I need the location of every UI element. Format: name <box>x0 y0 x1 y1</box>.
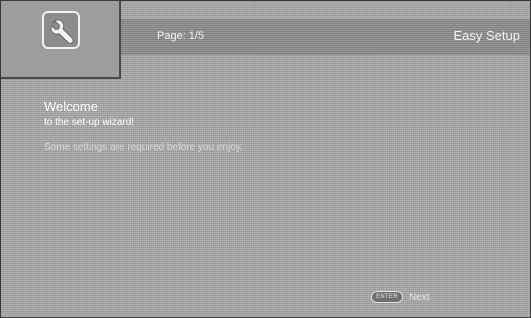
wrench-icon <box>42 11 80 49</box>
enter-key-icon: ENTER <box>371 291 403 303</box>
welcome-heading: Welcome <box>44 99 98 114</box>
page-title: Easy Setup <box>453 28 521 43</box>
wrench-icon-graphic <box>50 19 74 44</box>
next-button[interactable]: ENTER Next <box>371 290 430 304</box>
next-label: Next <box>409 291 430 303</box>
setup-icon-panel <box>1 1 121 79</box>
page-indicator: Page: 1/5 <box>157 30 205 42</box>
welcome-note: Some settings are required before you en… <box>44 142 243 153</box>
welcome-subheading: to the set-up wizard! <box>44 117 135 128</box>
header-bar: Page: 1/5 Easy Setup <box>121 19 530 55</box>
easy-setup-screen: Page: 1/5 Easy Setup Welcome to the set-… <box>0 0 531 318</box>
